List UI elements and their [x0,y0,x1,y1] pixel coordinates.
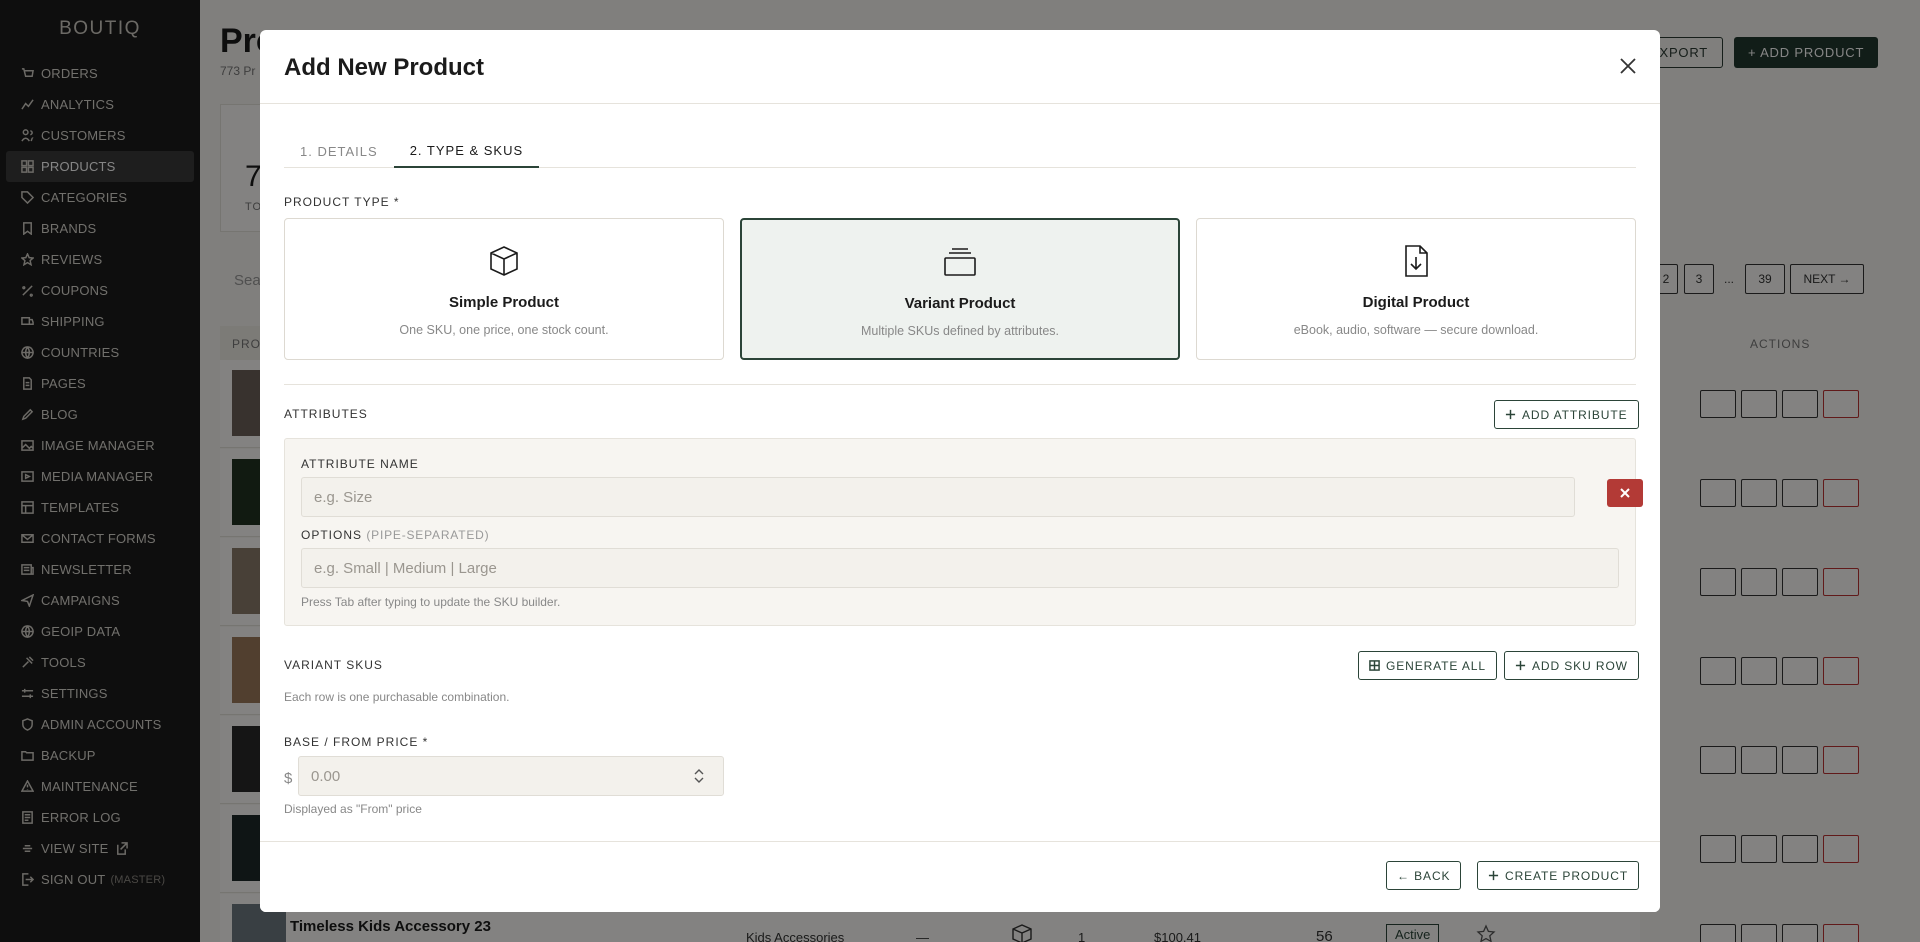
modal-footer: ← BACK CREATE PRODUCT [260,841,1660,912]
add-sku-row-button[interactable]: ADD SKU ROW [1504,651,1639,680]
attribute-name-label: ATTRIBUTE NAME [301,457,419,471]
digital-product-desc: eBook, audio, software — secure download… [1293,323,1539,337]
grid-icon [1369,660,1380,671]
options-label: OPTIONS (PIPE-SEPARATED) [301,528,489,542]
attribute-hint: Press Tab after typing to update the SKU… [301,595,561,609]
variant-product-option[interactable]: Variant Product Multiple SKUs defined by… [740,218,1180,360]
download-file-icon [1398,243,1434,279]
variant-product-title: Variant Product [904,295,1016,312]
attribute-name-input[interactable] [301,477,1575,517]
product-type-label: PRODUCT TYPE * [284,195,400,209]
price-stepper-icon[interactable] [692,766,706,786]
back-button[interactable]: ← BACK [1386,861,1462,890]
attributes-label: ATTRIBUTES [284,407,368,421]
simple-product-desc: One SKU, one price, one stock count. [399,323,609,337]
back-label: ← BACK [1397,868,1451,883]
plus-icon [1488,870,1499,881]
modal-title: Add New Product [284,54,485,81]
base-price-input[interactable] [298,756,724,796]
modal-tabs: 1. DETAILS 2. TYPE & SKUS [284,134,1636,168]
price-hint: Displayed as "From" price [284,802,422,816]
tab-details[interactable]: 1. DETAILS [284,134,394,168]
variant-skus-hint: Each row is one purchasable combination. [284,690,510,704]
close-icon [1620,488,1630,498]
generate-all-label: GENERATE ALL [1386,658,1486,673]
add-product-modal: Add New Product 1. DETAILS 2. TYPE & SKU… [260,30,1660,912]
close-icon[interactable] [1616,54,1640,78]
box-icon [486,243,522,279]
base-price-label: BASE / FROM PRICE * [284,735,429,749]
add-attribute-label: ADD ATTRIBUTE [1522,407,1628,422]
remove-attribute-button[interactable] [1607,479,1643,507]
create-product-label: CREATE PRODUCT [1505,868,1629,883]
simple-product-title: Simple Product [448,294,560,311]
currency-symbol: $ [284,770,293,787]
options-input[interactable] [301,548,1619,588]
variant-product-desc: Multiple SKUs defined by attributes. [860,324,1060,338]
add-sku-row-label: ADD SKU ROW [1532,658,1628,673]
add-attribute-button[interactable]: ADD ATTRIBUTE [1494,400,1639,429]
digital-product-option[interactable]: Digital Product eBook, audio, software —… [1196,218,1636,360]
simple-product-option[interactable]: Simple Product One SKU, one price, one s… [284,218,724,360]
options-sublabel: (PIPE-SEPARATED) [366,528,490,542]
options-label-text: OPTIONS [301,528,363,542]
tab-type-skus[interactable]: 2. TYPE & SKUS [393,134,540,168]
plus-icon [1505,409,1516,420]
digital-product-title: Digital Product [1362,294,1470,311]
plus-icon [1515,660,1526,671]
create-product-button[interactable]: CREATE PRODUCT [1477,861,1640,890]
generate-all-button[interactable]: GENERATE ALL [1358,651,1497,680]
attribute-row: ATTRIBUTE NAME OPTIONS (PIPE-SEPARATED) … [284,438,1643,626]
variant-skus-label: VARIANT SKUS [284,658,383,672]
layers-icon [942,244,978,280]
divider [284,384,1636,385]
modal-header: Add New Product [260,30,1660,104]
